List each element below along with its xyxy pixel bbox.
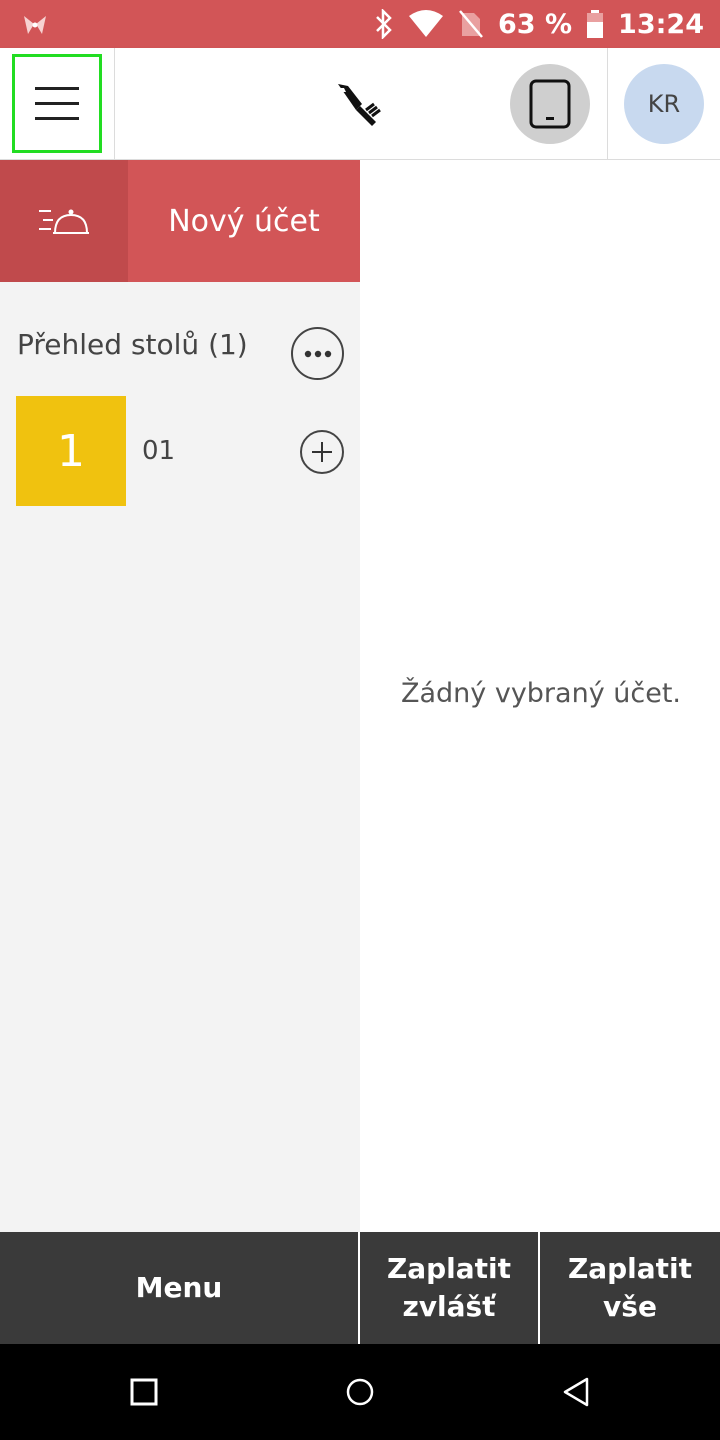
clock: 13:24 — [618, 8, 704, 40]
delivery-button[interactable] — [0, 160, 128, 282]
hamburger-icon — [35, 86, 79, 120]
plus-icon — [312, 442, 332, 462]
menu-button[interactable] — [12, 54, 102, 153]
delivery-cloche-icon — [39, 209, 89, 234]
new-bill-button[interactable]: Nový účet — [128, 160, 360, 282]
pay-all-button[interactable]: Zaplatit vše — [540, 1232, 720, 1344]
add-bill-button[interactable] — [300, 430, 344, 474]
table-row[interactable]: 1 01 — [16, 396, 346, 506]
app-notification-icon — [24, 16, 46, 34]
pay-separately-label-line1: Zaplatit — [386, 1252, 512, 1285]
battery-percentage: 63 % — [498, 8, 573, 40]
status-bar: 63 % 13:24 — [0, 0, 720, 48]
pay-separately-label-line2: zvlášť — [402, 1290, 496, 1323]
pay-all-label-line1: Zaplatit — [567, 1252, 693, 1285]
no-sim-icon — [459, 10, 483, 38]
bottom-action-bar: Menu Zaplatit zvlášť Zaplatit vše — [0, 1232, 720, 1344]
action-bar: Nový účet — [0, 160, 360, 282]
app-header: KR — [0, 48, 720, 160]
home-button[interactable] — [336, 1368, 384, 1416]
table-name: 01 — [142, 436, 176, 466]
back-button[interactable] — [552, 1368, 600, 1416]
bill-detail-panel: Žádný vybraný účet. — [360, 160, 720, 1232]
triangle-back-icon — [563, 1377, 589, 1407]
pay-all-label-line2: vše — [603, 1290, 657, 1323]
battery-icon — [587, 10, 604, 38]
header-divider — [114, 48, 115, 160]
ellipsis-icon — [304, 350, 331, 357]
circle-icon — [346, 1378, 374, 1406]
tables-overview-title: Přehled stolů (1) — [17, 328, 248, 361]
square-icon — [130, 1378, 158, 1406]
system-navigation-bar — [0, 1344, 720, 1440]
empty-bill-message: Žádný vybraný účet. — [400, 678, 681, 709]
user-avatar[interactable]: KR — [624, 64, 704, 144]
bluetooth-icon — [376, 9, 392, 39]
menu-tab-label: Menu — [135, 1271, 223, 1304]
table-number-tile[interactable]: 1 — [16, 396, 126, 506]
device-button[interactable] — [510, 64, 590, 144]
fork-logo-icon — [338, 84, 381, 126]
more-options-button[interactable] — [291, 327, 344, 380]
tables-panel: Nový účet Přehled stolů (1) 1 01 — [0, 160, 360, 1232]
tablet-icon — [529, 79, 571, 129]
header-divider — [607, 48, 608, 160]
menu-tab-button[interactable]: Menu — [0, 1232, 358, 1344]
wifi-icon — [409, 10, 444, 37]
recent-apps-button[interactable] — [120, 1368, 168, 1416]
pay-separately-button[interactable]: Zaplatit zvlášť — [360, 1232, 538, 1344]
